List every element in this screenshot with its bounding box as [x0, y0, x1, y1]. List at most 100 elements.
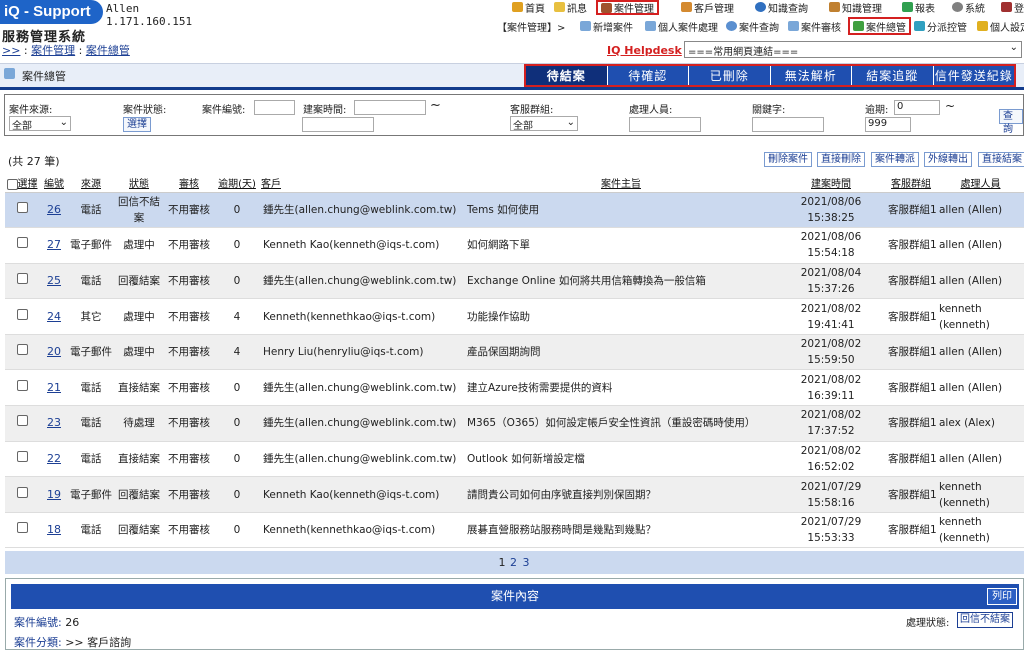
table-row[interactable]: 19 電子郵件 回覆結案 不用審核 0 Kenneth Kao(kenneth@iqs-t…	[5, 476, 1024, 513]
col-customer[interactable]: 客戶	[261, 174, 465, 193]
nav-case-management-label: 案件管理	[614, 4, 654, 15]
query-button[interactable]: 查詢	[999, 109, 1023, 135]
page-link[interactable]: 2	[510, 556, 517, 569]
sub-nav-case-review[interactable]: 案件審核	[788, 18, 841, 34]
print-button[interactable]: 列印	[987, 588, 1017, 605]
table-row[interactable]: 18 電話 回覆結案 不用審核 0 Kenneth(kennethkao@iqs-t.co…	[5, 512, 1024, 549]
case-handler: kenneth (kenneth)	[937, 476, 1024, 513]
row-checkbox[interactable]	[16, 272, 28, 284]
col-subject[interactable]: 案件主旨	[465, 174, 777, 193]
sub-nav-new-case[interactable]: 新增案件	[580, 18, 633, 34]
tab-close-tracking[interactable]: 結案追蹤	[852, 66, 934, 85]
breadcrumb-level1[interactable]: 案件管理	[31, 44, 75, 57]
table-row[interactable]: 27 電子郵件 處理中 不用審核 0 Kenneth Kao(kenneth@iqs-t.…	[5, 227, 1024, 264]
case-id-link[interactable]: 21	[47, 381, 61, 394]
case-id-cell: 19	[39, 476, 69, 513]
breadcrumb-level2[interactable]: 案件總管	[86, 44, 130, 57]
handler-input[interactable]	[629, 117, 701, 132]
table-row[interactable]: 25 電話 回覆結案 不用審核 0 鍾先生(allen.chung@weblink.com…	[5, 263, 1024, 300]
tab-mail-log[interactable]: 信件發送紀錄	[933, 66, 1014, 85]
select-all-checkbox[interactable]	[6, 178, 18, 190]
case-id-link[interactable]: 18	[47, 523, 61, 536]
row-checkbox[interactable]	[16, 201, 28, 213]
tab-unresolvable[interactable]: 無法解析	[770, 66, 852, 85]
col-status[interactable]: 狀態	[113, 174, 165, 193]
helpdesk-link[interactable]: IQ Helpdesk	[607, 44, 682, 57]
case-id-link[interactable]: 26	[47, 203, 61, 216]
nav-logout[interactable]: 登出	[1001, 0, 1024, 15]
reassign-case-button[interactable]: 案件轉派	[871, 152, 919, 167]
tab-deleted[interactable]: 已刪除	[689, 66, 771, 85]
group-select[interactable]: 全部 ⌄	[510, 116, 578, 132]
nav-system[interactable]: 系統	[952, 0, 985, 15]
table-row[interactable]: 26 電話 回信不結案 不用審核 0 鍾先生(allen.chung@weblink.co…	[5, 192, 1024, 229]
case-customer: Kenneth(kennethkao@iqs-t.com)	[261, 512, 465, 549]
table-row[interactable]: 23 電話 待處理 不用審核 0 鍾先生(allen.chung@weblink.com.…	[5, 405, 1024, 442]
keyword-input[interactable]	[752, 117, 824, 132]
nav-customers[interactable]: 客戶管理	[681, 0, 734, 15]
nav-messages[interactable]: 訊息	[554, 0, 587, 15]
nav-system-label: 系統	[965, 3, 985, 15]
col-created[interactable]: 建案時間	[777, 174, 885, 193]
case-subject: 建立Azure技術需要提供的資料	[465, 369, 777, 407]
status-select-button[interactable]: 選擇	[123, 117, 151, 132]
nav-reports[interactable]: 報表	[902, 0, 935, 15]
col-source[interactable]: 來源	[69, 174, 113, 193]
case-created: 2021/08/02 16:52:02	[777, 441, 885, 478]
sub-nav-case-master[interactable]: 案件總管	[848, 17, 911, 35]
outbound-transfer-button[interactable]: 外線轉出	[924, 152, 972, 167]
case-group: 客服群組1	[885, 192, 937, 229]
case-id-link[interactable]: 23	[47, 416, 61, 429]
col-review[interactable]: 審核	[165, 174, 213, 193]
case-group: 客服群組1	[885, 512, 937, 549]
common-links-select[interactable]: ===常用網頁連結=== ⌄	[684, 41, 1022, 58]
case-id-link[interactable]: 27	[47, 238, 61, 251]
col-id[interactable]: 編號	[39, 174, 69, 193]
source-select[interactable]: 全部 ⌄	[9, 116, 71, 132]
row-checkbox[interactable]	[16, 344, 28, 356]
row-checkbox[interactable]	[16, 237, 28, 249]
title-divider	[0, 87, 1024, 90]
table-row[interactable]: 24 其它 處理中 不用審核 4 Kenneth(kennethkao@iqs-t.com…	[5, 298, 1024, 335]
sub-nav-case-search[interactable]: 案件查詢	[726, 18, 779, 34]
gear-icon	[952, 2, 963, 12]
created-to-input[interactable]	[302, 117, 374, 132]
table-row[interactable]: 20 電子郵件 處理中 不用審核 4 Henry Liu(henryliu@iqs-t.c…	[5, 334, 1024, 371]
case-id-link[interactable]: 24	[47, 310, 61, 323]
overdue-from-input[interactable]: 0	[894, 100, 940, 115]
table-row[interactable]: 22 電話 直接結案 不用審核 0 鍾先生(allen.chung@weblink.com…	[5, 441, 1024, 478]
sub-nav-personal-case[interactable]: 個人案件處理	[645, 18, 718, 34]
sub-nav-settings[interactable]: 個人設定	[977, 18, 1024, 34]
page-link[interactable]: 3	[523, 556, 530, 569]
case-no-input[interactable]	[254, 100, 295, 115]
row-checkbox[interactable]	[16, 450, 28, 462]
row-checkbox[interactable]	[16, 415, 28, 427]
case-id-link[interactable]: 25	[47, 274, 61, 287]
table-row[interactable]: 21 電話 直接結案 不用審核 0 鍾先生(allen.chung@weblink.com…	[5, 369, 1024, 407]
nav-knowledge-management[interactable]: 知識管理	[829, 0, 882, 15]
sub-nav-dispatch[interactable]: 分派控管	[914, 18, 967, 34]
breadcrumb-root[interactable]: >>	[2, 44, 20, 57]
overdue-to-input[interactable]: 999	[865, 117, 911, 132]
tab-pending-confirm[interactable]: 待確認	[607, 66, 689, 85]
case-id-link[interactable]: 22	[47, 452, 61, 465]
nav-knowledge-search[interactable]: 知識查詢	[755, 0, 808, 15]
col-group[interactable]: 客服群組	[885, 174, 937, 193]
nav-home[interactable]: 首頁	[512, 0, 545, 15]
direct-delete-button[interactable]: 直接刪除	[817, 152, 865, 167]
handle-status-value[interactable]: 回信不結案	[957, 612, 1013, 628]
col-overdue[interactable]: 逾期(天)	[213, 174, 261, 193]
direct-close-button[interactable]: 直接結案	[978, 152, 1024, 167]
row-checkbox[interactable]	[16, 308, 28, 320]
col-handler[interactable]: 處理人員	[937, 174, 1024, 193]
created-from-input[interactable]	[354, 100, 426, 115]
delete-case-button[interactable]: 刪除案件	[764, 152, 812, 167]
col-select[interactable]: 選擇	[5, 174, 39, 193]
row-checkbox[interactable]	[16, 486, 28, 498]
case-id-link[interactable]: 20	[47, 345, 61, 358]
tab-pending-close[interactable]: 待結案	[526, 66, 608, 85]
row-checkbox[interactable]	[16, 522, 28, 534]
nav-case-management[interactable]: 案件管理	[596, 0, 659, 15]
case-id-link[interactable]: 19	[47, 488, 61, 501]
row-checkbox[interactable]	[16, 379, 28, 391]
